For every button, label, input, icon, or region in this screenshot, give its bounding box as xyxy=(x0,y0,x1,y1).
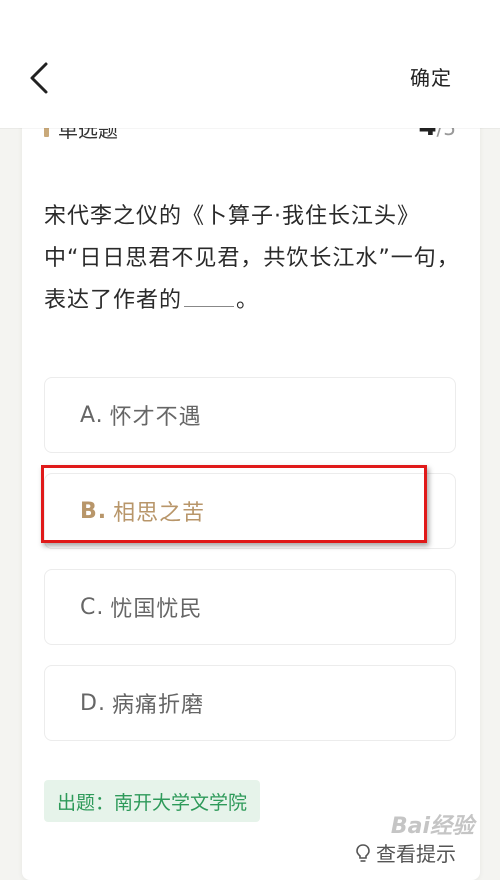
option-letter: C. xyxy=(80,594,105,620)
option-text: 怀才不遇 xyxy=(109,405,202,430)
option-c[interactable]: C. 忧国忧民 xyxy=(44,569,456,645)
option-letter: B. xyxy=(80,498,108,524)
option-letter: D. xyxy=(80,690,106,716)
view-hint-button[interactable]: 查看提示 xyxy=(354,838,456,867)
option-letter: A. xyxy=(80,402,104,428)
question-source-badge: 出题：南开大学文学院 xyxy=(44,780,261,822)
option-text: 病痛折磨 xyxy=(111,693,204,718)
top-navigation-bar: 确定 xyxy=(0,0,500,128)
question-text-end: 。 xyxy=(236,288,260,313)
option-text: 忧国忧民 xyxy=(110,597,203,622)
back-button[interactable] xyxy=(26,58,62,98)
confirm-button[interactable]: 确定 xyxy=(410,62,452,91)
option-d[interactable]: D. 病痛折磨 xyxy=(44,665,456,741)
view-hint-label: 查看提示 xyxy=(376,842,456,866)
chevron-left-icon xyxy=(30,62,48,94)
option-a[interactable]: A. 怀才不遇 xyxy=(44,377,456,453)
option-text: 相思之苦 xyxy=(113,501,206,526)
answer-blank xyxy=(184,280,235,307)
question-text: 宋代李之仪的《卜算子·我住长江头》中“日日思君不见君，共饮长江水”一句，表达了作… xyxy=(44,196,464,322)
option-b[interactable]: B. 相思之苦 xyxy=(44,473,456,549)
